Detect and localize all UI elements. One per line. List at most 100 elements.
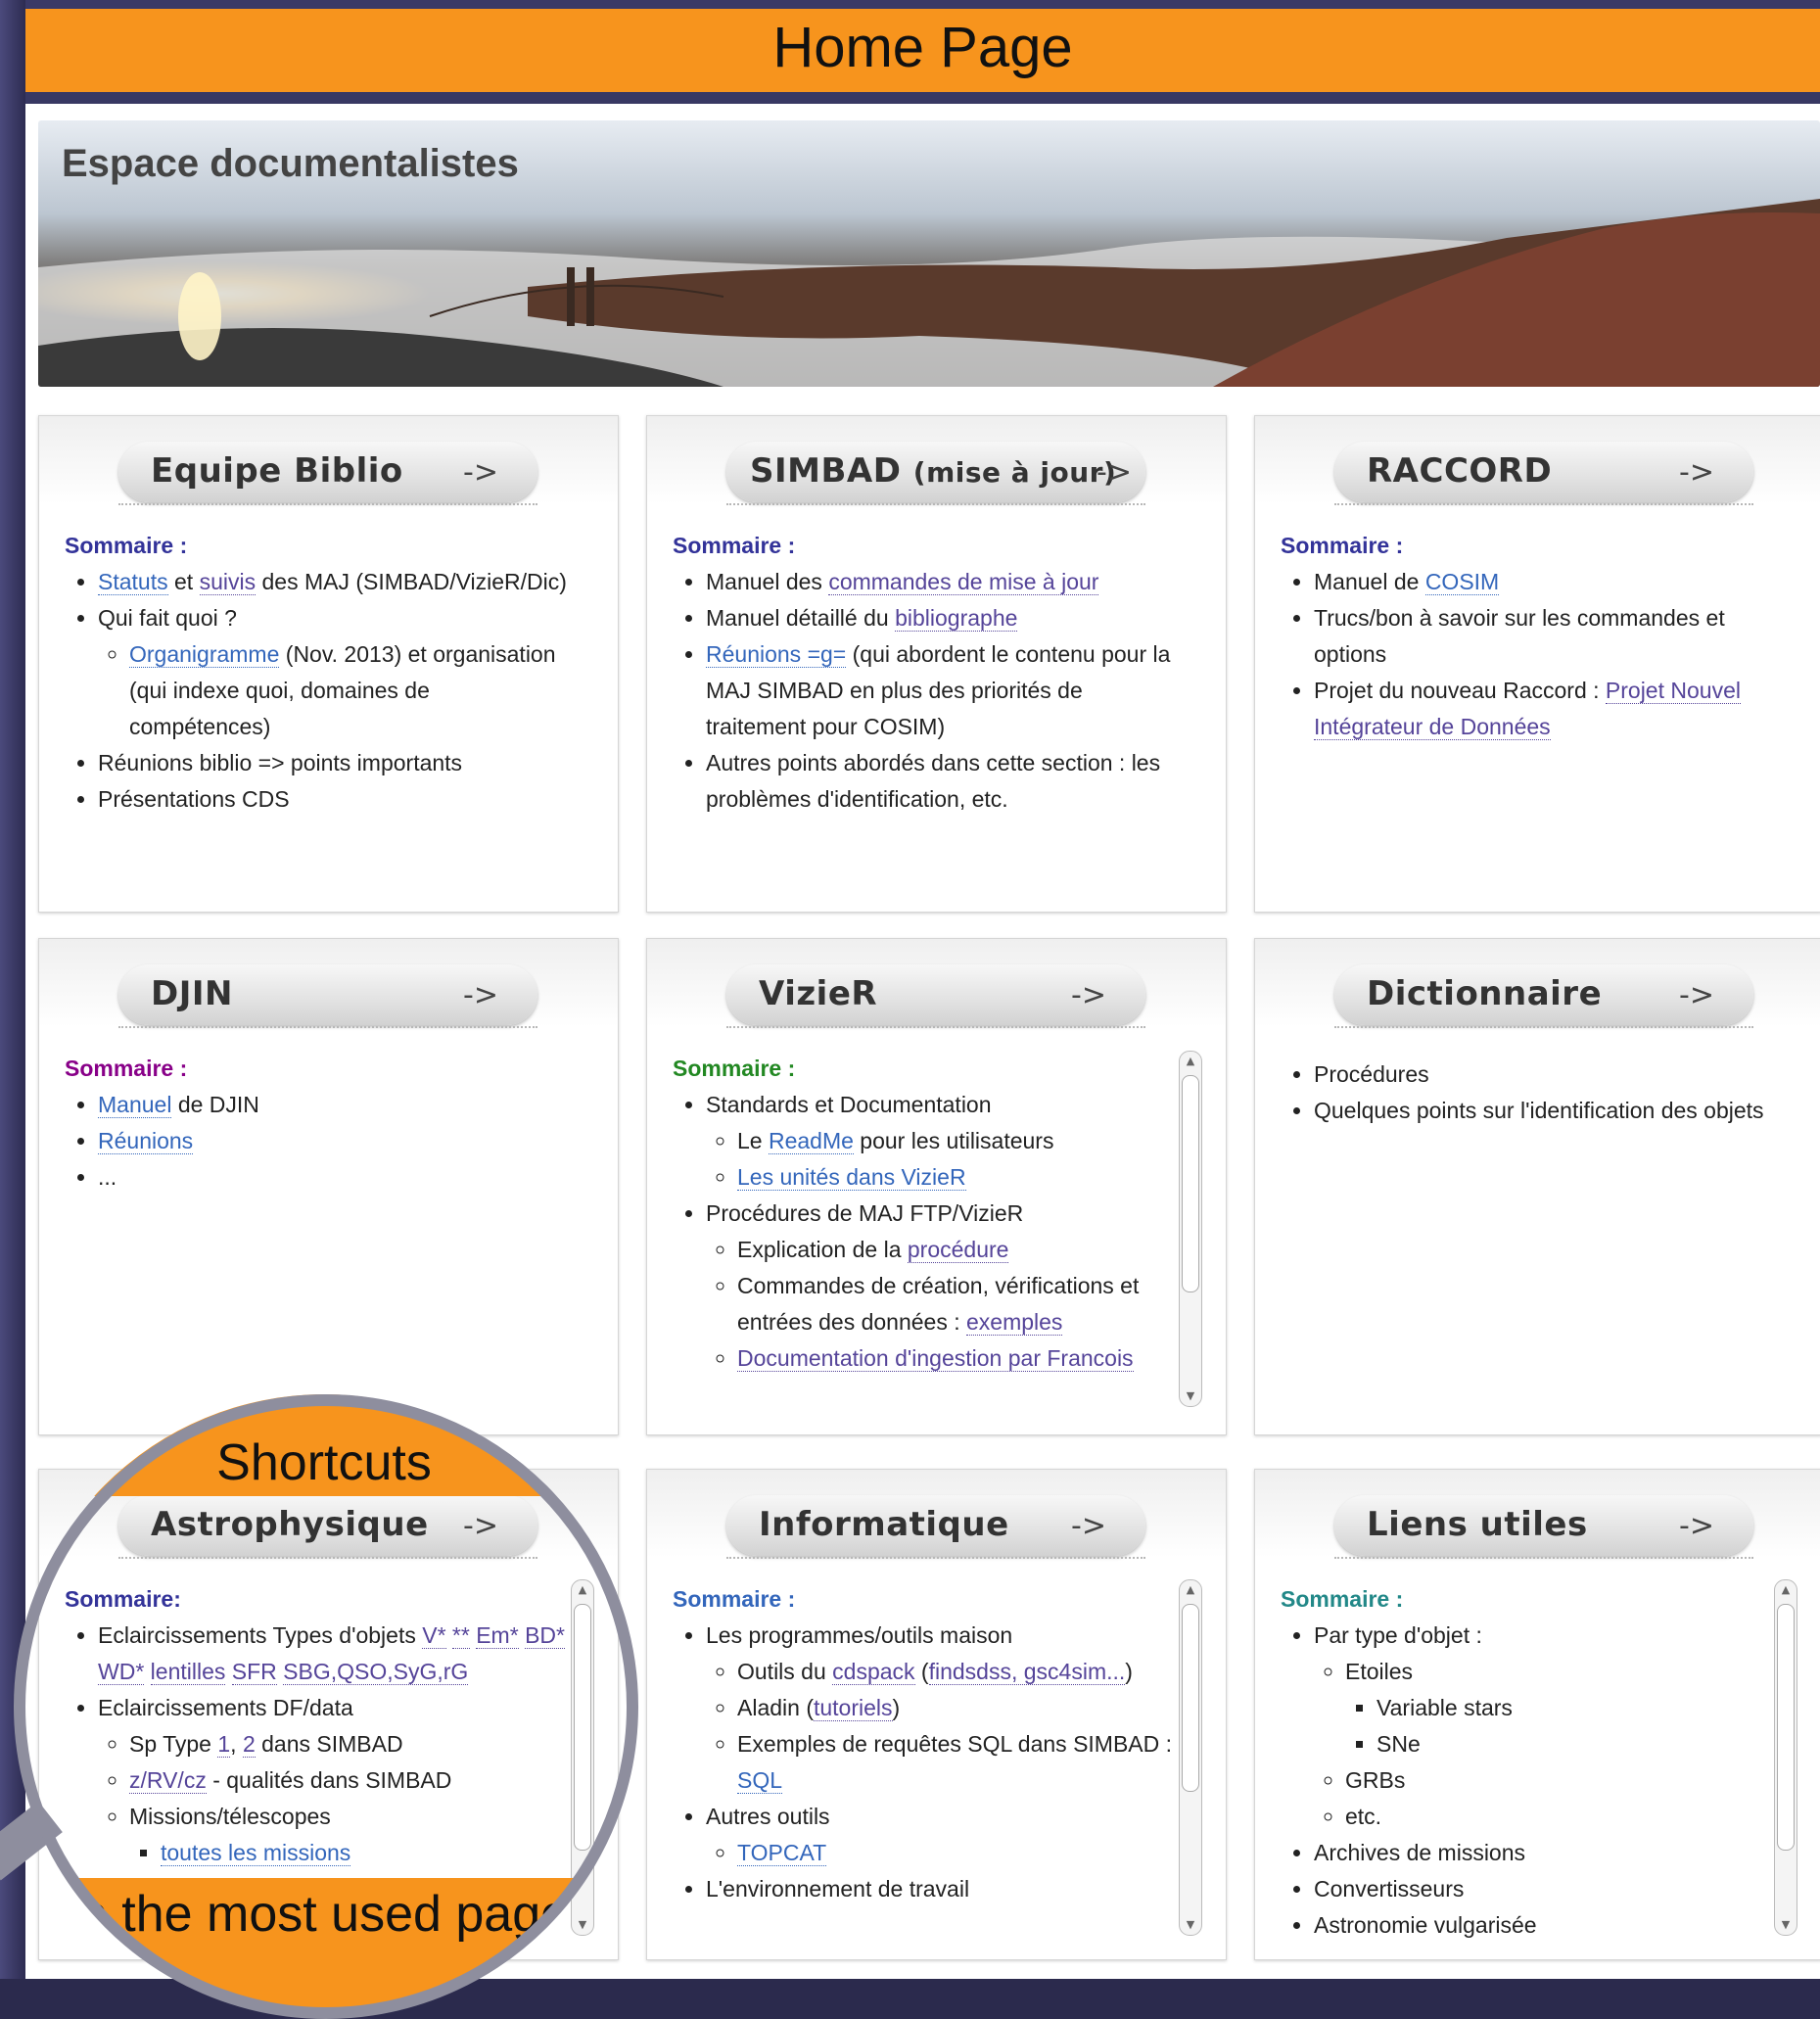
commandes-link[interactable]: commandes de mise à jour [828,569,1099,595]
scroll-up-icon[interactable]: ▲ [1775,1580,1797,1600]
card-content: Sommaire : Manuel de COSIM Trucs/bon à s… [1281,528,1792,745]
list-item: Autres outils TOPCAT [706,1799,1177,1871]
shortcuts-band: Shortcuts [14,1394,634,1496]
list-item: Commandes de création, vérifications et … [737,1268,1177,1340]
statuts-link[interactable]: Statuts [98,569,168,595]
simbad-button[interactable]: SIMBAD (mise à jour) -> [726,442,1145,502]
pill-title: SIMBAD (mise à jour) [750,451,1117,491]
manuel-link[interactable]: Manuel [98,1092,172,1118]
list-item: Les programmes/outils maison Outils du c… [706,1618,1177,1799]
separator [118,1026,537,1028]
sommaire-label: Sommaire : [673,1056,796,1081]
arrow-icon: -> [1071,1509,1106,1543]
list-item: Autres points abordés dans cette section… [706,745,1177,818]
separator [726,503,1145,505]
arrow-icon: -> [463,978,498,1012]
organigramme-link[interactable]: Organigramme [129,641,280,668]
scrollbar[interactable]: ▲ ▼ [1179,1579,1202,1936]
bibliographe-link[interactable]: bibliographe [895,605,1018,632]
list-item: Le ReadMe pour les utilisateurs [737,1123,1177,1159]
list-item: SNe [1377,1726,1762,1762]
list-item: Manuel de DJIN [98,1087,569,1123]
shortcuts-label: Shortcuts [216,1434,432,1491]
pill-title: Equipe Biblio [151,451,403,491]
scroll-thumb[interactable] [1182,1604,1199,1792]
cdspack-link[interactable]: cdspack [832,1659,915,1685]
separator [1334,503,1753,505]
list-item: TOPCAT [737,1835,1177,1871]
pill-title: Dictionnaire [1367,974,1603,1013]
arrow-icon: -> [1679,1509,1714,1543]
list-item: Réunions [98,1123,569,1159]
scroll-down-icon[interactable]: ▼ [1775,1915,1797,1935]
scrollbar[interactable]: ▲ ▼ [1179,1051,1202,1407]
list-item: Exemples de requêtes SQL dans SIMBAD : S… [737,1726,1177,1799]
topcat-link[interactable]: TOPCAT [737,1840,827,1866]
pill-title: Liens utiles [1367,1505,1588,1544]
card-informatique: Informatique -> Sommaire : Les programme… [646,1469,1227,1960]
separator [726,1557,1145,1559]
arrow-icon: -> [1071,978,1106,1012]
vizier-button[interactable]: VizieR -> [726,964,1145,1025]
procedure-link[interactable]: procédure [907,1237,1009,1263]
exemples-link[interactable]: exemples [966,1309,1063,1336]
card-simbad: SIMBAD (mise à jour) -> Sommaire : Manue… [646,415,1227,913]
djin-button[interactable]: DJIN -> [118,964,537,1025]
findsdss-link[interactable]: findsdss, gsc4sim... [928,1659,1126,1685]
list-item: Statuts et suivis des MAJ (SIMBAD/VizieR… [98,564,569,600]
liens-utiles-button[interactable]: Liens utiles -> [1334,1495,1753,1556]
scroll-thumb[interactable] [1182,1075,1199,1292]
most-used-band: To the most used pages [14,1878,634,2015]
card-content: Sommaire : Manuel des commandes de mise … [673,528,1177,818]
list-item: Standards et Documentation Le ReadMe pou… [706,1087,1177,1196]
tutoriels-link[interactable]: tutoriels [813,1695,893,1721]
equipe-biblio-button[interactable]: Equipe Biblio -> [118,442,537,502]
header-bar: Home Page [25,9,1820,92]
list-item: Qui fait quoi ? Organigramme (Nov. 2013)… [98,600,569,745]
scroll-up-icon[interactable]: ▲ [1180,1580,1201,1600]
reunions-g-link[interactable]: Réunions =g= [706,641,847,668]
list-item: Procédures de MAJ FTP/VizieR Explication… [706,1196,1177,1377]
list-item: Réunions =g= (qui abordent le contenu po… [706,636,1177,745]
cosim-link[interactable]: COSIM [1424,569,1500,595]
list-item: Projet du nouveau Raccord : Projet Nouve… [1314,673,1792,745]
list-item: Procédures [1314,1056,1792,1093]
sommaire-label: Sommaire : [673,1586,796,1612]
list-item: GRBs [1345,1762,1762,1799]
sommaire-label: Sommaire : [1281,533,1404,558]
list-item: L'environnement de travail [706,1871,1177,1907]
suivis-link[interactable]: suivis [199,569,257,595]
sommaire-label: Sommaire : [65,1056,188,1081]
scrollbar[interactable]: ▲ ▼ [1774,1579,1797,1936]
card-content: Sommaire : Les programmes/outils maison … [673,1581,1177,1907]
pill-title: VizieR [759,974,878,1013]
list-item: Astronomie vulgarisée [1314,1907,1762,1944]
scroll-up-icon[interactable]: ▲ [1180,1052,1201,1071]
informatique-button[interactable]: Informatique -> [726,1495,1145,1556]
card-liens-utiles: Liens utiles -> Sommaire : Par type d'ob… [1254,1469,1820,1960]
list-item: Archives de missions [1314,1835,1762,1871]
sommaire-label: Sommaire : [65,533,188,558]
banner: Espace documentalistes [38,120,1820,387]
dictionnaire-button[interactable]: Dictionnaire -> [1334,964,1753,1025]
separator [726,1026,1145,1028]
card-vizier: VizieR -> Sommaire : Standards et Docume… [646,938,1227,1435]
sql-link[interactable]: SQL [737,1767,783,1794]
scroll-down-icon[interactable]: ▼ [1180,1915,1201,1935]
arrow-icon: -> [1679,455,1714,490]
list-item: Convertisseurs [1314,1871,1762,1907]
unites-link[interactable]: Les unités dans VizieR [737,1164,966,1191]
scroll-down-icon[interactable]: ▼ [1180,1386,1201,1406]
scroll-thumb[interactable] [1777,1604,1795,1851]
arrow-icon: -> [1097,455,1132,490]
raccord-button[interactable]: RACCORD -> [1334,442,1753,502]
separator [118,503,537,505]
list-item: Aladin (tutoriels) [737,1690,1177,1726]
list-item: Organigramme (Nov. 2013) et organisation… [129,636,569,745]
pill-title: DJIN [151,974,233,1013]
pill-title: RACCORD [1367,451,1553,491]
readme-link[interactable]: ReadMe [768,1128,854,1154]
reunions-link[interactable]: Réunions [98,1128,194,1154]
most-used-label: To the most used pages [53,1886,595,1943]
documentation-link[interactable]: Documentation d'ingestion par Francois [737,1345,1134,1372]
